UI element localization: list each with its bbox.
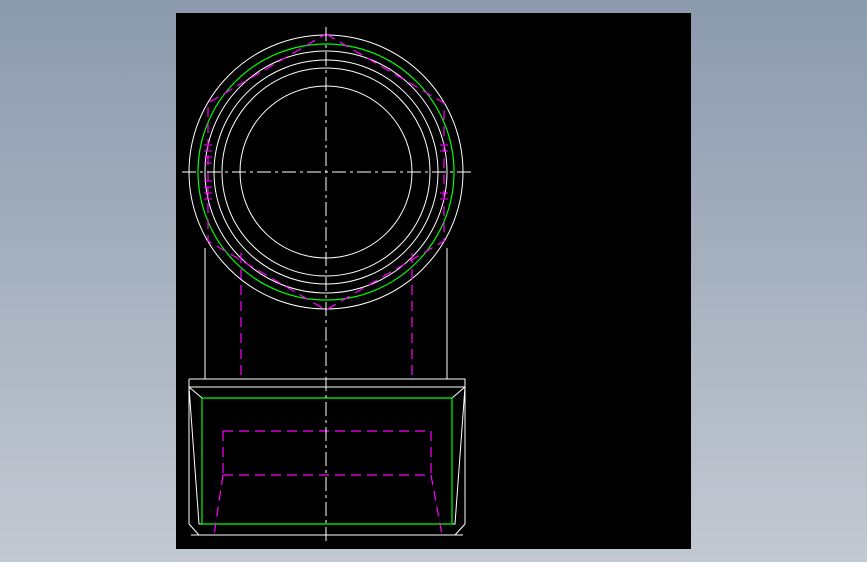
cad-drawing xyxy=(182,27,472,543)
nut-outline xyxy=(188,378,466,525)
nut-left-chamfer xyxy=(188,523,200,536)
thread-outline xyxy=(201,397,453,525)
hidden-bore xyxy=(213,430,443,536)
nut-right-chamfer xyxy=(454,523,466,536)
front-view xyxy=(188,378,466,536)
nut-top-left-chamfer xyxy=(188,386,203,399)
nut-top-right-chamfer xyxy=(451,386,466,399)
cad-viewport[interactable] xyxy=(176,13,691,549)
